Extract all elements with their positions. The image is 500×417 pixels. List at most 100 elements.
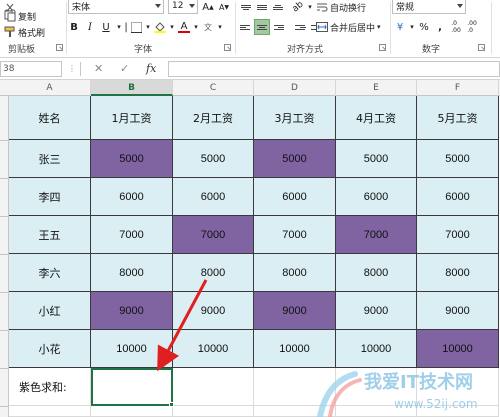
align-top-icon[interactable] bbox=[238, 0, 254, 15]
value-cell[interactable]: 8000 bbox=[254, 254, 336, 292]
column-header-e[interactable]: E bbox=[336, 80, 417, 96]
value-cell[interactable]: 8000 bbox=[417, 254, 499, 292]
comma-button[interactable]: , bbox=[432, 19, 448, 35]
font-size-select[interactable]: 12 bbox=[168, 0, 198, 14]
column-header-b[interactable]: B bbox=[91, 80, 173, 96]
wrap-text-button[interactable]: 自动换行 bbox=[316, 0, 366, 16]
value-cell[interactable]: 8000 bbox=[336, 254, 417, 292]
name-cell[interactable]: 王五 bbox=[9, 216, 91, 254]
fill-handle[interactable] bbox=[169, 402, 174, 407]
clipboard-launcher-icon[interactable] bbox=[56, 44, 63, 51]
font-name-select[interactable]: 宋体 bbox=[68, 0, 164, 14]
value-cell[interactable]: 9000 bbox=[417, 292, 499, 330]
merge-center-button[interactable]: 合并后居中 ▾ bbox=[316, 18, 381, 36]
empty-cell[interactable] bbox=[91, 406, 173, 417]
name-cell[interactable]: 小花 bbox=[9, 330, 91, 368]
empty-cell[interactable] bbox=[173, 406, 254, 417]
orientation-button[interactable]: ab ▾ bbox=[290, 0, 314, 16]
empty-cell[interactable] bbox=[9, 406, 91, 417]
column-header-c[interactable]: C bbox=[173, 80, 254, 96]
header-cell[interactable]: 2月工资 bbox=[173, 96, 254, 140]
sum-label-cell[interactable]: 紫色求和: bbox=[9, 368, 91, 406]
value-cell[interactable]: 6000 bbox=[173, 178, 254, 216]
purple-value-cell[interactable]: 5000 bbox=[91, 140, 173, 178]
increase-decimal-icon[interactable]: .0.00 bbox=[448, 19, 464, 35]
format-painter-button[interactable]: 格式刷 bbox=[4, 23, 45, 41]
header-cell[interactable]: 3月工资 bbox=[254, 96, 336, 140]
purple-value-cell[interactable]: 7000 bbox=[173, 216, 254, 254]
enter-icon[interactable]: ✓ bbox=[120, 60, 129, 78]
font-size-steppers: A ▲ A ▼ bbox=[200, 0, 232, 16]
chevron-down-icon[interactable]: ▾ bbox=[408, 19, 416, 35]
purple-value-cell[interactable]: 7000 bbox=[336, 216, 417, 254]
name-cell[interactable]: 张三 bbox=[9, 140, 91, 178]
underline-button[interactable]: U bbox=[98, 19, 114, 35]
value-cell[interactable]: 5000 bbox=[173, 140, 254, 178]
name-cell[interactable]: 小红 bbox=[9, 292, 91, 330]
align-right-icon[interactable] bbox=[270, 19, 286, 35]
number-launcher-icon[interactable] bbox=[478, 44, 485, 51]
column-header-f[interactable]: F bbox=[417, 80, 499, 96]
name-box[interactable]: 38 bbox=[0, 61, 62, 77]
formula-input[interactable] bbox=[168, 61, 500, 77]
purple-value-cell[interactable]: 9000 bbox=[254, 292, 336, 330]
align-left-icon[interactable] bbox=[238, 19, 254, 35]
decrease-indent-icon[interactable] bbox=[292, 19, 308, 35]
percent-button[interactable]: % bbox=[416, 19, 432, 35]
value-cell[interactable]: 5000 bbox=[417, 140, 499, 178]
value-cell[interactable]: 7000 bbox=[254, 216, 336, 254]
value-cell[interactable]: 6000 bbox=[336, 178, 417, 216]
value-cell[interactable]: 10000 bbox=[173, 330, 254, 368]
value-cell[interactable]: 6000 bbox=[91, 178, 173, 216]
value-cell[interactable]: 6000 bbox=[254, 178, 336, 216]
purple-value-cell[interactable]: 5000 bbox=[254, 140, 336, 178]
italic-button[interactable]: I bbox=[82, 19, 98, 35]
cancel-icon[interactable]: ✕ bbox=[94, 60, 103, 78]
value-cell[interactable]: 6000 bbox=[417, 178, 499, 216]
fill-color-icon[interactable] bbox=[152, 19, 168, 35]
chevron-down-icon[interactable]: ▾ bbox=[168, 19, 176, 35]
font-color-button[interactable]: A bbox=[176, 19, 192, 35]
header-cell[interactable]: 4月工资 bbox=[336, 96, 417, 140]
chevron-down-icon[interactable]: ▾ bbox=[144, 19, 152, 35]
purple-value-cell[interactable]: 9000 bbox=[91, 292, 173, 330]
column-header-a[interactable]: A bbox=[9, 80, 91, 96]
align-center-icon[interactable] bbox=[254, 19, 270, 35]
value-cell[interactable]: 8000 bbox=[91, 254, 173, 292]
chevron-down-icon[interactable]: ▾ bbox=[114, 19, 124, 35]
decrease-decimal-icon[interactable]: .00.0 bbox=[464, 19, 480, 35]
font-launcher-icon[interactable] bbox=[224, 44, 231, 51]
value-cell[interactable]: 9000 bbox=[173, 292, 254, 330]
bold-button[interactable]: B bbox=[66, 19, 82, 35]
header-cell[interactable]: 1月工资 bbox=[91, 96, 173, 140]
number-format-select[interactable]: 常规 bbox=[392, 0, 466, 14]
name-cell[interactable]: 李四 bbox=[9, 178, 91, 216]
phonetic-icon[interactable]: 文 bbox=[200, 19, 216, 35]
value-cell[interactable]: 10000 bbox=[91, 330, 173, 368]
insert-function-button[interactable]: fx bbox=[146, 60, 156, 78]
align-bottom-icon[interactable] bbox=[270, 0, 286, 15]
font-group-label: 字体 bbox=[134, 45, 153, 55]
align-middle-icon[interactable] bbox=[254, 0, 270, 15]
format-painter-label: 格式刷 bbox=[18, 28, 46, 39]
chevron-down-icon[interactable]: ▾ bbox=[216, 19, 224, 35]
value-cell[interactable]: 5000 bbox=[336, 140, 417, 178]
value-cell[interactable]: 8000 bbox=[173, 254, 254, 292]
currency-icon[interactable]: ¥ bbox=[392, 19, 408, 35]
name-cell[interactable]: 李六 bbox=[9, 254, 91, 292]
row-header-divider bbox=[0, 292, 9, 293]
active-sum-cell[interactable] bbox=[91, 368, 173, 406]
value-cell[interactable]: 7000 bbox=[91, 216, 173, 254]
grow-font-icon[interactable]: A ▲ bbox=[200, 0, 216, 15]
empty-cell[interactable] bbox=[173, 368, 254, 406]
value-cell[interactable]: 9000 bbox=[336, 292, 417, 330]
value-cell[interactable]: 7000 bbox=[417, 216, 499, 254]
chevron-down-icon[interactable]: ▾ bbox=[192, 19, 200, 35]
header-cell[interactable]: 姓名 bbox=[9, 96, 91, 140]
header-cell[interactable]: 5月工资 bbox=[417, 96, 499, 140]
shrink-font-icon[interactable]: A ▼ bbox=[216, 0, 232, 15]
borders-icon[interactable] bbox=[128, 19, 144, 35]
column-header-d[interactable]: D bbox=[254, 80, 336, 96]
namebox-dropdown-icon[interactable]: ⋮ bbox=[68, 60, 76, 78]
alignment-launcher-icon[interactable] bbox=[379, 44, 386, 51]
